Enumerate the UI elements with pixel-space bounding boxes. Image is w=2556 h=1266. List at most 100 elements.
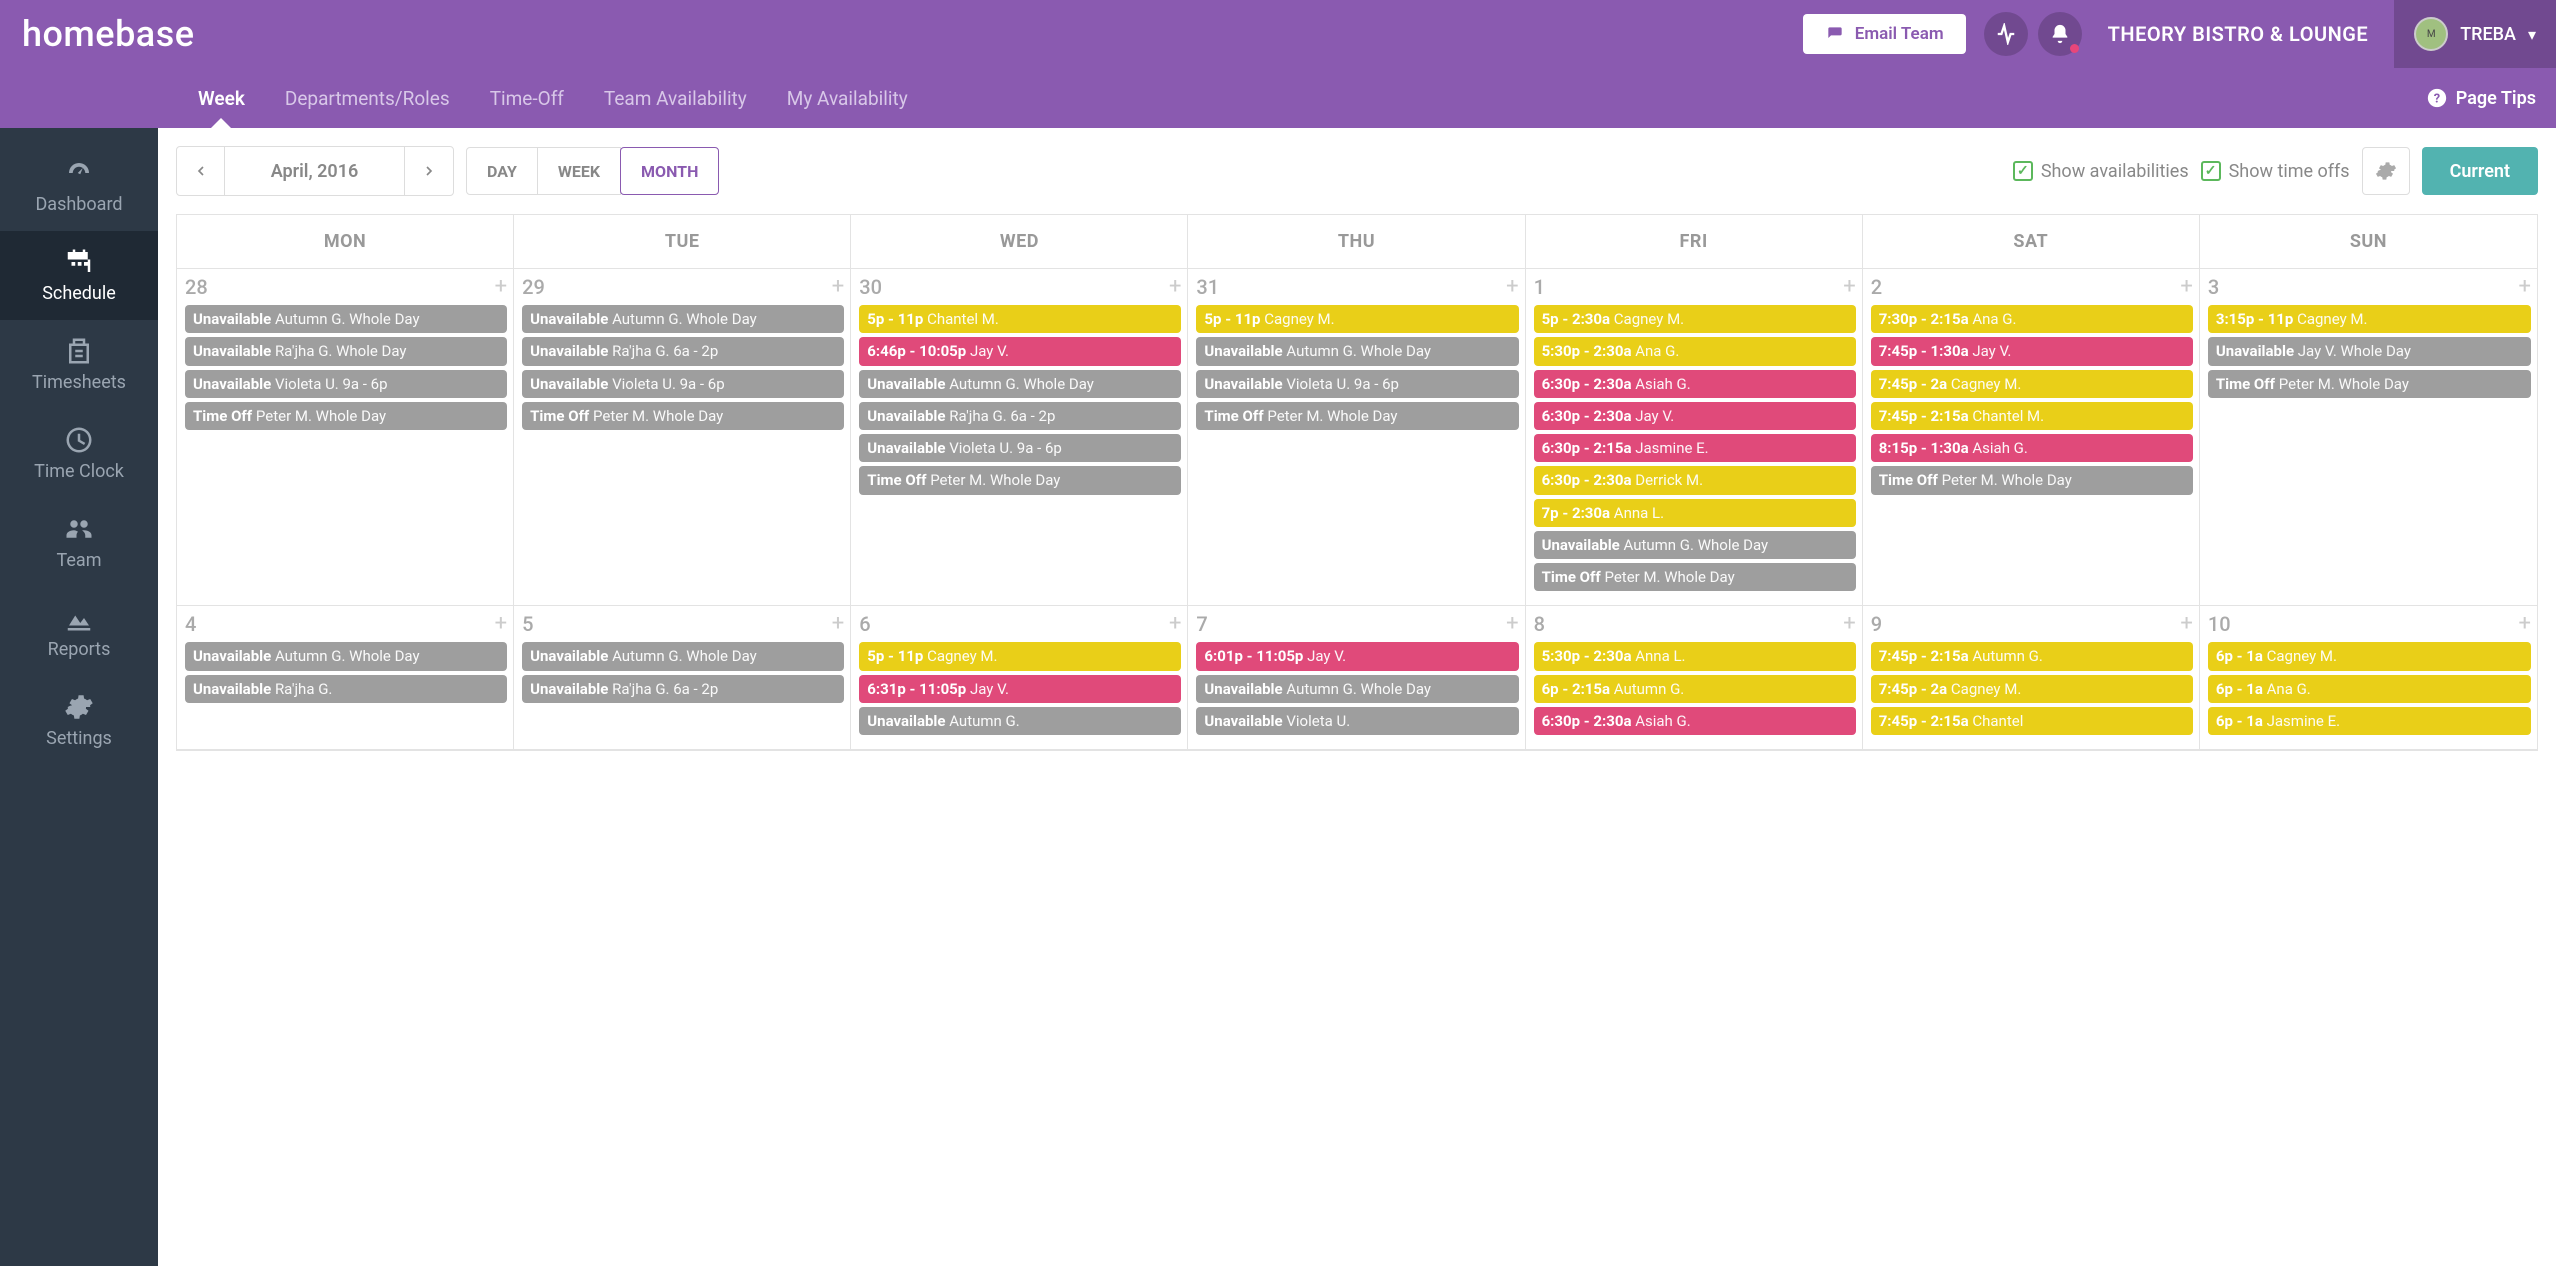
calendar-event[interactable]: 6:30p - 2:30a Asiah G. <box>1534 707 1856 735</box>
calendar-event[interactable]: Unavailable Jay V. Whole Day <box>2208 337 2531 365</box>
calendar-event[interactable]: 5:30p - 2:30a Ana G. <box>1534 337 1856 365</box>
calendar-event[interactable]: 7:45p - 2:15a Chantel M. <box>1871 402 2193 430</box>
next-month-button[interactable] <box>405 147 453 195</box>
sidebar-item-team[interactable]: Team <box>0 498 158 587</box>
sidebar-item-dashboard[interactable]: Dashboard <box>0 142 158 231</box>
calendar-event[interactable]: Unavailable Autumn G. Whole Day <box>1196 337 1518 365</box>
calendar-event[interactable]: Unavailable Autumn G. Whole Day <box>859 370 1181 398</box>
sidebar-item-timesheets[interactable]: Timesheets <box>0 320 158 409</box>
calendar-event[interactable]: 3:15p - 11p Cagney M. <box>2208 305 2531 333</box>
calendar-event[interactable]: 6p - 2:15a Autumn G. <box>1534 675 1856 703</box>
add-shift-button[interactable]: + <box>1169 613 1181 635</box>
add-shift-button[interactable]: + <box>832 276 844 298</box>
add-shift-button[interactable]: + <box>2519 613 2531 635</box>
calendar-event[interactable]: Unavailable Autumn G. Whole Day <box>1534 531 1856 559</box>
add-shift-button[interactable]: + <box>1506 276 1518 298</box>
view-week-button[interactable]: WEEK <box>537 147 621 195</box>
calendar-event[interactable]: 7:45p - 2a Cagney M. <box>1871 675 2193 703</box>
calendar-event[interactable]: 6p - 1a Jasmine E. <box>2208 707 2531 735</box>
chevron-right-icon <box>421 163 437 179</box>
calendar-event[interactable]: 7:45p - 2:15a Chantel <box>1871 707 2193 735</box>
calendar-event[interactable]: 7:30p - 2:15a Ana G. <box>1871 305 2193 333</box>
calendar-event[interactable]: Unavailable Ra'jha G. 6a - 2p <box>522 337 844 365</box>
calendar-event[interactable]: 5p - 11p Cagney M. <box>859 642 1181 670</box>
dow-header: SAT <box>1863 215 2200 269</box>
calendar-event[interactable]: 6:30p - 2:15a Jasmine E. <box>1534 434 1856 462</box>
add-shift-button[interactable]: + <box>495 613 507 635</box>
calendar-day-cell: 3+3:15p - 11p Cagney M.Unavailable Jay V… <box>2200 269 2537 606</box>
user-menu[interactable]: M TREBA ▾ <box>2394 0 2556 68</box>
add-shift-button[interactable]: + <box>2180 613 2192 635</box>
calendar-event[interactable]: 6p - 1a Ana G. <box>2208 675 2531 703</box>
calendar-event[interactable]: 7p - 2:30a Anna L. <box>1534 499 1856 527</box>
calendar-event[interactable]: 6:30p - 2:30a Derrick M. <box>1534 466 1856 494</box>
calendar-event[interactable]: Time Off Peter M. Whole Day <box>185 402 507 430</box>
calendar-event[interactable]: Time Off Peter M. Whole Day <box>1534 563 1856 591</box>
calendar-event[interactable]: Time Off Peter M. Whole Day <box>859 466 1181 494</box>
calendar-event[interactable]: 6:46p - 10:05p Jay V. <box>859 337 1181 365</box>
calendar-event[interactable]: Unavailable Autumn G. Whole Day <box>522 305 844 333</box>
add-shift-button[interactable]: + <box>495 276 507 298</box>
calendar-event[interactable]: 5:30p - 2:30a Anna L. <box>1534 642 1856 670</box>
subnav-tab-week[interactable]: Week <box>178 68 265 128</box>
calendar-event[interactable]: Unavailable Ra'jha G. 6a - 2p <box>522 675 844 703</box>
calendar-event[interactable]: 6:01p - 11:05p Jay V. <box>1196 642 1518 670</box>
page-tips-button[interactable]: ? Page Tips <box>2426 68 2556 128</box>
calendar-event[interactable]: 6:31p - 11:05p Jay V. <box>859 675 1181 703</box>
calendar-event[interactable]: 6p - 1a Cagney M. <box>2208 642 2531 670</box>
current-button[interactable]: Current <box>2422 147 2538 195</box>
calendar-event[interactable]: 5p - 2:30a Cagney M. <box>1534 305 1856 333</box>
calendar-event[interactable]: 7:45p - 2:15a Autumn G. <box>1871 642 2193 670</box>
calendar-event[interactable]: Unavailable Autumn G. Whole Day <box>185 305 507 333</box>
email-team-button[interactable]: Email Team <box>1803 14 1966 54</box>
subnav-tab-time-off[interactable]: Time-Off <box>470 68 584 128</box>
day-number: 6 <box>859 612 870 636</box>
calendar-event[interactable]: Unavailable Violeta U. 9a - 6p <box>859 434 1181 462</box>
sidebar-item-reports[interactable]: Reports <box>0 587 158 676</box>
calendar-event[interactable]: Time Off Peter M. Whole Day <box>522 402 844 430</box>
calendar-event[interactable]: Time Off Peter M. Whole Day <box>1871 466 2193 494</box>
calendar-event[interactable]: Unavailable Autumn G. <box>859 707 1181 735</box>
show-availabilities-checkbox[interactable]: ✓ Show availabilities <box>2013 161 2189 182</box>
sidebar-item-schedule[interactable]: Schedule <box>0 231 158 320</box>
calendar-event[interactable]: 7:45p - 2a Cagney M. <box>1871 370 2193 398</box>
calendar-event[interactable]: Unavailable Violeta U. <box>1196 707 1518 735</box>
notifications-button[interactable] <box>2038 12 2082 56</box>
calendar-event[interactable]: Unavailable Violeta U. 9a - 6p <box>185 370 507 398</box>
show-timeoffs-checkbox[interactable]: ✓ Show time offs <box>2201 161 2350 182</box>
calendar-event[interactable]: 6:30p - 2:30a Jay V. <box>1534 402 1856 430</box>
calendar-event[interactable]: Unavailable Ra'jha G. Whole Day <box>185 337 507 365</box>
calendar-event[interactable]: Unavailable Autumn G. Whole Day <box>185 642 507 670</box>
subnav-tab-team-availability[interactable]: Team Availability <box>584 68 767 128</box>
add-shift-button[interactable]: + <box>2519 276 2531 298</box>
view-day-button[interactable]: DAY <box>466 147 538 195</box>
add-shift-button[interactable]: + <box>1843 613 1855 635</box>
view-month-button[interactable]: MONTH <box>620 147 719 195</box>
calendar-event[interactable]: 8:15p - 1:30a Asiah G. <box>1871 434 2193 462</box>
calendar-event[interactable]: 5p - 11p Chantel M. <box>859 305 1181 333</box>
add-shift-button[interactable]: + <box>1169 276 1181 298</box>
calendar-event[interactable]: 6:30p - 2:30a Asiah G. <box>1534 370 1856 398</box>
add-shift-button[interactable]: + <box>1506 613 1518 635</box>
calendar-event[interactable]: Time Off Peter M. Whole Day <box>1196 402 1518 430</box>
calendar-event[interactable]: Unavailable Autumn G. Whole Day <box>522 642 844 670</box>
add-shift-button[interactable]: + <box>2180 276 2192 298</box>
calendar-event[interactable]: 7:45p - 1:30a Jay V. <box>1871 337 2193 365</box>
activity-button[interactable] <box>1984 12 2028 56</box>
settings-button[interactable] <box>2362 147 2410 195</box>
calendar-event[interactable]: Time Off Peter M. Whole Day <box>2208 370 2531 398</box>
sidebar-item-time-clock[interactable]: Time Clock <box>0 409 158 498</box>
sidebar-item-settings[interactable]: Settings <box>0 676 158 765</box>
chevron-down-icon: ▾ <box>2528 25 2536 44</box>
calendar-event[interactable]: 5p - 11p Cagney M. <box>1196 305 1518 333</box>
add-shift-button[interactable]: + <box>832 613 844 635</box>
add-shift-button[interactable]: + <box>1843 276 1855 298</box>
prev-month-button[interactable] <box>177 147 225 195</box>
subnav-tab-departments-roles[interactable]: Departments/Roles <box>265 68 470 128</box>
calendar-event[interactable]: Unavailable Autumn G. Whole Day <box>1196 675 1518 703</box>
subnav-tab-my-availability[interactable]: My Availability <box>767 68 928 128</box>
calendar-event[interactable]: Unavailable Ra'jha G. 6a - 2p <box>859 402 1181 430</box>
calendar-event[interactable]: Unavailable Violeta U. 9a - 6p <box>1196 370 1518 398</box>
calendar-event[interactable]: Unavailable Ra'jha G. <box>185 675 507 703</box>
calendar-event[interactable]: Unavailable Violeta U. 9a - 6p <box>522 370 844 398</box>
